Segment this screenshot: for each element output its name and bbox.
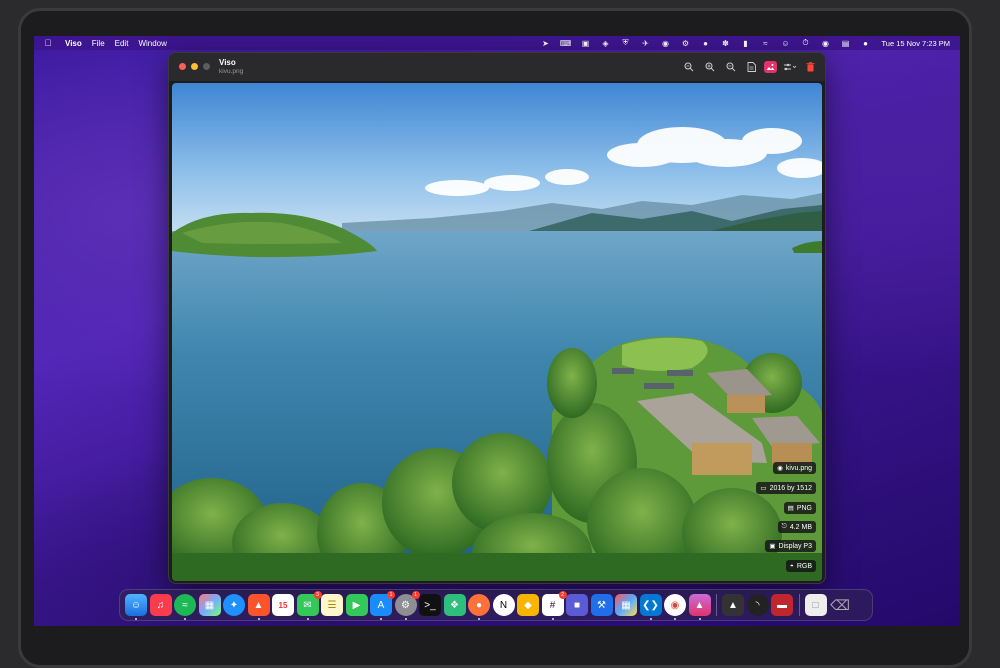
meta-dimensions-value: 2016 by 1512 xyxy=(769,484,812,492)
app-store-badge: 1 xyxy=(387,591,395,599)
viso-window: Viso kivu.png ◉ kivu.png ▭ 2016 by 1512 … xyxy=(168,52,826,584)
drop-icon[interactable]: ● xyxy=(695,39,715,48)
dock-finder-icon[interactable]: ☺ xyxy=(125,594,147,620)
dock-system-settings-icon[interactable]: ⚙ 1 xyxy=(394,591,420,620)
meta-filename-value: kivu.png xyxy=(785,464,812,472)
wifi-icon[interactable]: ≈ xyxy=(755,39,775,48)
format-icon: ▤ xyxy=(787,505,794,512)
zoom-button[interactable] xyxy=(203,63,210,70)
title-bar: Viso kivu.png xyxy=(169,53,825,81)
image-canvas[interactable]: ◉ kivu.png ▭ 2016 by 1512 ▤ PNG ⎋ 4.2 MB… xyxy=(172,83,822,581)
controls-icon[interactable]: ⚙ xyxy=(675,39,695,48)
dock-brave-icon[interactable]: ▲ xyxy=(247,594,270,620)
status-area: ➤ ⌨ ▣ ◈ ⛨ ✈ ◉ ⚙ ● ✽ ▮ ≈ ☺ ⏱ ◉ ▤ ● Tue 15… xyxy=(535,38,950,48)
dimensions-icon: ▭ xyxy=(760,485,767,492)
dock-mosaic-icon[interactable]: ▦ xyxy=(615,594,637,616)
layers-icon[interactable]: ◈ xyxy=(595,39,615,48)
keyboard-icon[interactable]: ⌨ xyxy=(555,39,575,48)
dock-safari-icon[interactable]: ✦ xyxy=(223,594,245,616)
user-icon[interactable]: ☺ xyxy=(775,39,795,48)
dock-notes-icon[interactable]: ☰ xyxy=(321,594,343,616)
zoom-in-icon[interactable] xyxy=(701,59,718,75)
dock-vscode-icon[interactable]: ❮❯ xyxy=(639,594,662,620)
dock-music-icon[interactable]: ♫ xyxy=(149,594,172,616)
meta-color-profile: ▣ Display P3 xyxy=(765,540,816,552)
minimize-button[interactable] xyxy=(191,63,198,70)
meta-color-profile-value: Display P3 xyxy=(778,542,812,550)
menu-window[interactable]: Window xyxy=(138,39,166,48)
battery-icon[interactable]: ▮ xyxy=(735,39,755,48)
tag-icon: ◉ xyxy=(777,465,783,472)
globe-icon[interactable]: ◉ xyxy=(815,39,835,48)
meta-color-model-value: RGB xyxy=(796,562,812,570)
desktop:  Viso File Edit Window ➤ ⌨ ▣ ◈ ⛨ ✈ ◉ ⚙ … xyxy=(34,36,960,626)
dock-separator xyxy=(716,594,717,616)
dock-photo-booth-icon[interactable]: ■ xyxy=(566,594,588,616)
toolbar xyxy=(680,59,819,75)
window-subtitle: kivu.png xyxy=(219,68,244,75)
adjust-icon[interactable] xyxy=(781,59,798,75)
dock-viso-icon[interactable]: ▲ xyxy=(688,594,711,620)
zoom-fit-icon[interactable] xyxy=(680,59,697,75)
gamepad-icon[interactable]: ◉ xyxy=(655,39,675,48)
close-button[interactable] xyxy=(179,63,186,70)
apple-icon[interactable]:  xyxy=(43,38,53,48)
traffic-lights xyxy=(179,63,210,70)
meta-format-value: PNG xyxy=(796,504,812,512)
zoom-out-icon[interactable] xyxy=(722,59,739,75)
dock-app-store-icon[interactable]: A1 xyxy=(370,591,395,620)
paperclip-icon: ⎋ xyxy=(781,523,787,530)
image-edit-icon[interactable] xyxy=(764,61,777,73)
landscape-photo xyxy=(172,83,822,581)
dock-calendar-icon[interactable]: 15 xyxy=(272,594,294,616)
bluetooth-icon[interactable]: ✽ xyxy=(715,39,735,48)
dock-facetime-icon[interactable]: ▶ xyxy=(345,594,368,616)
control-center-icon[interactable]: ▤ xyxy=(835,39,855,48)
menu-app-name[interactable]: Viso xyxy=(65,39,82,48)
meta-format: ▤ PNG xyxy=(783,502,816,514)
meta-color-model: ◓ RGB xyxy=(785,560,816,572)
meta-size-value: 4.2 MB xyxy=(789,523,812,531)
dock-terminal-icon[interactable]: >_ xyxy=(419,594,441,616)
document-icon[interactable] xyxy=(743,59,760,75)
menu-edit[interactable]: Edit xyxy=(115,39,129,48)
trash-icon[interactable] xyxy=(802,59,819,75)
menu-file[interactable]: File xyxy=(92,39,105,48)
dock-camera-icon[interactable]: ▲ xyxy=(722,594,744,616)
dock-screens-icon[interactable]: ▬ xyxy=(771,594,793,616)
dock: ☺ ♫ ≈ ▦ ✦ ▲ 15 ✉ 3 ☰ ▶ A1 ⚙ 1 >_ ❖ ● N ◆ #… xyxy=(119,589,873,621)
meta-filename: ◉ kivu.png xyxy=(773,462,816,474)
plane-icon[interactable]: ✈ xyxy=(635,39,655,48)
dock-slack-icon[interactable]: #2 xyxy=(541,591,567,620)
shield-icon[interactable]: ⛨ xyxy=(615,38,635,48)
dock-launchpad-icon[interactable]: ▦ xyxy=(198,594,221,616)
dock-xcode-icon[interactable]: ⚒ xyxy=(590,594,613,616)
dock-messages-icon[interactable]: ✉ 3 xyxy=(296,591,322,620)
dock-separator-2 xyxy=(798,594,800,616)
menu-bar:  Viso File Edit Window ➤ ⌨ ▣ ◈ ⛨ ✈ ◉ ⚙ … xyxy=(34,36,960,50)
rgb-icon: ◓ xyxy=(789,562,794,570)
dock-notion-icon[interactable]: N xyxy=(492,594,515,616)
dock-chrome-icon[interactable]: ◉ xyxy=(664,594,686,620)
meta-size: ⎋ 4.2 MB xyxy=(777,521,816,533)
meta-dimensions: ▭ 2016 by 1512 xyxy=(756,482,816,494)
dock-spotify-icon[interactable]: ≈ xyxy=(174,594,196,620)
timer-icon[interactable]: ⏱ xyxy=(795,38,815,48)
dock-firefox-icon[interactable]: ● xyxy=(468,594,490,620)
dock-arc-icon[interactable]: ◝ xyxy=(746,594,769,616)
clock[interactable]: Tue 15 Nov 7:23 PM xyxy=(881,39,950,48)
calendar-day: 15 xyxy=(278,600,288,610)
siri-icon[interactable]: ● xyxy=(855,39,875,48)
dock-trash-icon[interactable]: ⌫ xyxy=(829,594,851,616)
display-icon: ▣ xyxy=(769,543,776,550)
dock-document-icon[interactable]: □ xyxy=(804,594,827,616)
window-title: Viso xyxy=(219,58,236,67)
dock-sketch-icon[interactable]: ◆ xyxy=(517,594,539,616)
dock-figma-icon[interactable]: ❖ xyxy=(443,594,466,616)
location-icon[interactable]: ➤ xyxy=(535,39,555,48)
display-icon[interactable]: ▣ xyxy=(575,39,595,48)
